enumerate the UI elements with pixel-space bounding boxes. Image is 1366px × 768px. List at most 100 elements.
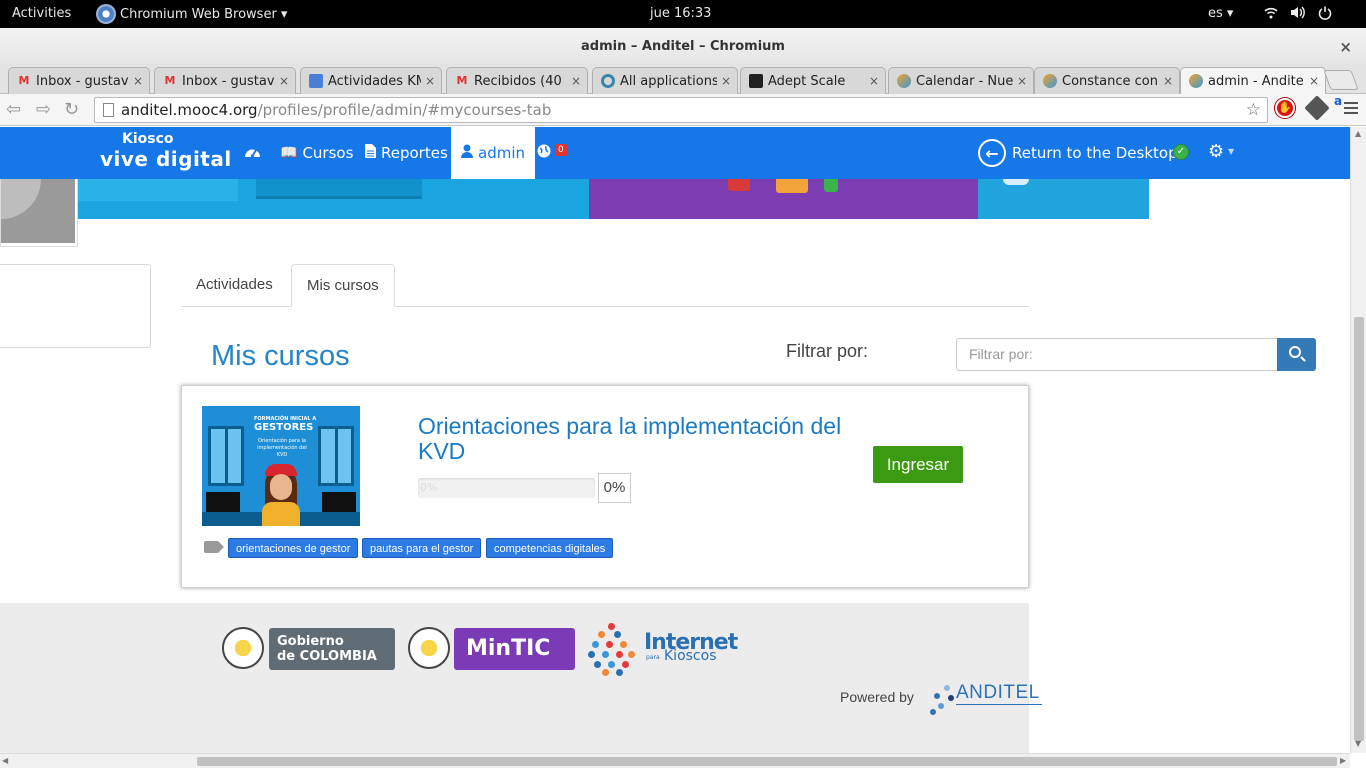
course-thumbnail[interactable]: FORMACIÓN INICIAL A GESTORES Orientación… (202, 406, 360, 526)
tab-close-icon[interactable]: × (869, 74, 879, 88)
logo-dot (602, 669, 609, 676)
filter-search-button[interactable] (1277, 338, 1316, 371)
progress-bar-label: 0% (420, 481, 438, 494)
course-tag[interactable]: orientaciones de gestor (228, 538, 359, 558)
return-to-desktop-link[interactable]: ← Return to the Desktop (978, 127, 1178, 179)
tab-actividades[interactable]: Actividades (181, 264, 288, 307)
scroll-right-icon[interactable]: ▶ (1340, 756, 1346, 765)
nav-reportes-label: Reportes (381, 144, 448, 162)
browser-tab[interactable]: M Inbox - gustav × (8, 67, 150, 94)
ingresar-button[interactable]: Ingresar (873, 446, 963, 483)
scroll-left-icon[interactable]: ◀ (2, 756, 8, 765)
extension-tag-icon[interactable] (1304, 95, 1330, 121)
tab-close-icon[interactable]: × (721, 74, 731, 88)
tab-title: Calendar - Nue (916, 73, 1013, 89)
tab-close-icon[interactable]: × (1163, 74, 1173, 88)
colombia-seal-icon (222, 627, 264, 669)
search-icon-handle (1300, 356, 1306, 362)
horizontal-scrollbar[interactable]: ◀ ▶ (0, 753, 1350, 768)
gear-icon[interactable]: ⚙ (1208, 141, 1224, 162)
forward-icon[interactable]: ⇨ (36, 99, 51, 120)
browser-tab[interactable]: Constance con × (1034, 67, 1180, 94)
tab-close-icon[interactable]: × (571, 74, 581, 88)
browser-menu-icon[interactable] (1344, 102, 1358, 117)
address-bar[interactable]: anditel.mooc4.org/profiles/profile/admin… (94, 97, 1268, 123)
browser-tab[interactable]: Actividades KM × (300, 67, 442, 94)
language-selector[interactable]: es ▾ (1208, 6, 1233, 21)
bookmark-star-icon[interactable]: ☆ (1246, 98, 1261, 122)
tab-close-icon[interactable]: × (1017, 74, 1027, 88)
logo-dot (606, 641, 613, 648)
nav-notifications[interactable] (537, 127, 551, 179)
caret-down-icon[interactable]: ▼ (1228, 147, 1234, 156)
logo-dot (592, 641, 599, 648)
tab-close-icon[interactable]: × (1309, 74, 1319, 88)
logo-dot (608, 661, 615, 668)
course-title-link[interactable]: Orientaciones para la implementación del… (418, 414, 868, 464)
dashboard-icon (244, 144, 261, 162)
banner-shape (978, 179, 1149, 219)
site-footer: Gobierno de COLOMBIA MinTIC Internet par… (0, 603, 1042, 753)
logo-dot (616, 651, 623, 658)
window-illustration (318, 426, 354, 486)
logo-dot (944, 685, 950, 691)
course-tag[interactable]: competencias digitales (486, 538, 614, 558)
horizontal-scroll-thumb[interactable] (197, 757, 1337, 766)
tab-close-icon[interactable]: × (279, 74, 289, 88)
browser-tab[interactable]: All applications × (592, 67, 738, 94)
browser-toolbar: ⇦ ⇨ ↻ anditel.mooc4.org/profiles/profile… (0, 94, 1366, 126)
page-icon (103, 103, 114, 117)
site-logo[interactable]: Kiosco vive digital (100, 131, 232, 171)
status-menu[interactable] (1264, 6, 1332, 24)
browser-tab[interactable]: Adept Scale × (740, 67, 886, 94)
gobierno-colombia-logo[interactable]: Gobierno de COLOMBIA (269, 628, 395, 670)
browser-tab[interactable]: Calendar - Nue × (888, 67, 1034, 94)
tab-title: Inbox - gustav (182, 73, 275, 89)
adblock-icon[interactable]: ✋ (1275, 98, 1295, 118)
back-icon[interactable]: ⇦ (6, 99, 21, 120)
system-top-bar: Activities Chromium Web Browser ▾ jue 16… (0, 0, 1366, 28)
moodle-icon (1043, 74, 1057, 88)
anditel-logo[interactable]: ANDITEL (956, 682, 1042, 705)
chromium-icon (96, 4, 116, 24)
logo-dot (934, 693, 940, 699)
clock[interactable]: jue 16:33 (650, 6, 711, 21)
logo-dot (588, 651, 595, 658)
translate-extension-icon[interactable]: a (1334, 94, 1342, 108)
tab-mis-cursos[interactable]: Mis cursos (291, 264, 395, 307)
filter-input[interactable]: Filtrar por: (956, 338, 1278, 371)
vertical-scrollbar[interactable]: ▲ ▼ (1350, 127, 1366, 753)
page-title: Mis cursos (211, 340, 350, 372)
nav-reportes[interactable]: Reportes (365, 127, 448, 179)
tags-icon (204, 541, 224, 553)
app-menu[interactable]: Chromium Web Browser ▾ (96, 1, 287, 27)
nav-cursos-label: Cursos (302, 144, 354, 162)
laptop-illustration (728, 179, 750, 191)
scroll-down-icon[interactable]: ▼ (1355, 739, 1361, 748)
arrow-left-circle-icon: ← (978, 139, 1006, 167)
reload-icon[interactable]: ↻ (64, 99, 79, 120)
nav-dashboard[interactable] (244, 127, 266, 179)
nav-cursos[interactable]: 📖 Cursos (280, 127, 353, 179)
new-tab-button[interactable] (1323, 70, 1359, 90)
scroll-up-icon[interactable]: ▲ (1355, 129, 1361, 138)
search-icon (1289, 346, 1301, 358)
activities-button[interactable]: Activities (12, 6, 71, 21)
monitor-illustration (322, 492, 356, 514)
nav-admin-label: admin (478, 144, 525, 162)
tab-close-icon[interactable]: × (425, 74, 435, 88)
tab-title: Inbox - gustav (36, 73, 129, 89)
vertical-scroll-thumb[interactable] (1354, 317, 1364, 741)
tab-close-icon[interactable]: × (133, 74, 143, 88)
mintic-logo[interactable]: MinTIC (454, 628, 575, 670)
logo-dot (594, 661, 601, 668)
browser-tab-active[interactable]: admin - Andite × (1180, 67, 1326, 94)
nav-admin[interactable]: admin (451, 127, 535, 179)
browser-tab[interactable]: M Inbox - gustav × (154, 67, 296, 94)
browser-tab[interactable]: M Recibidos (40 × (446, 67, 588, 94)
course-tag[interactable]: pautas para el gestor (362, 538, 482, 558)
return-to-desktop-label: Return to the Desktop (1012, 144, 1178, 162)
course-progress-bar: 0% (418, 478, 595, 498)
banner-shape (78, 179, 238, 201)
window-close-button[interactable]: × (1339, 28, 1352, 66)
